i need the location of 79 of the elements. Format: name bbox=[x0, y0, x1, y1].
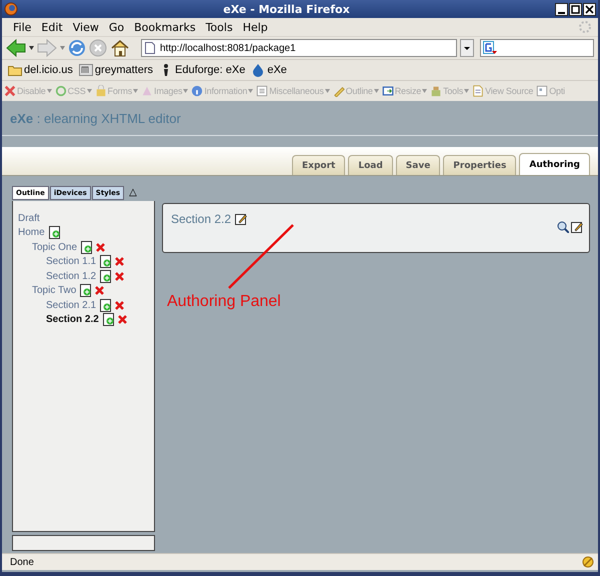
bookmark-link[interactable]: eXe bbox=[251, 63, 287, 77]
edit-icon[interactable] bbox=[235, 213, 248, 225]
menu-item[interactable]: Tools bbox=[200, 20, 238, 34]
caret-icon bbox=[374, 89, 379, 93]
add-page-icon[interactable] bbox=[48, 226, 60, 240]
delete-icon[interactable] bbox=[115, 300, 124, 310]
tab[interactable]: Export bbox=[292, 155, 346, 175]
add-page-icon[interactable] bbox=[100, 255, 112, 268]
tree-item[interactable]: Section 1.2 bbox=[46, 270, 96, 282]
section-title: Section 2.2 bbox=[171, 212, 232, 226]
info-icon bbox=[191, 85, 204, 97]
pencil-icon bbox=[332, 85, 345, 97]
drop-icon bbox=[251, 63, 266, 77]
delete-icon[interactable] bbox=[96, 242, 106, 252]
delete-icon[interactable] bbox=[95, 286, 104, 296]
add-page-icon[interactable] bbox=[81, 240, 92, 254]
status-text: Done bbox=[10, 556, 34, 568]
tab[interactable]: Load bbox=[348, 155, 393, 175]
edit-icon[interactable] bbox=[571, 221, 583, 233]
search-engine-icon bbox=[483, 41, 497, 55]
maximize-icon[interactable] bbox=[569, 2, 582, 16]
add-page-icon[interactable] bbox=[100, 298, 112, 312]
caret-icon bbox=[133, 89, 138, 93]
menu-item[interactable]: View bbox=[68, 20, 104, 34]
tab[interactable]: Properties bbox=[443, 155, 516, 175]
tree-item[interactable]: Home bbox=[18, 227, 45, 238]
window-title: eXe - Mozilla Firefox bbox=[222, 2, 351, 16]
lock-icon bbox=[94, 85, 107, 97]
bookmark-link[interactable]: del.icio.us bbox=[8, 63, 73, 77]
address-field[interactable]: http://localhost:8081/package1 bbox=[141, 39, 457, 57]
tree-item[interactable]: Section 2.2 bbox=[46, 314, 99, 326]
close-icon[interactable] bbox=[583, 2, 596, 16]
add-page-icon[interactable] bbox=[102, 313, 114, 326]
caret-icon bbox=[86, 89, 92, 93]
add-page-icon[interactable] bbox=[80, 284, 92, 298]
caret-icon[interactable] bbox=[29, 46, 34, 50]
home-icon[interactable] bbox=[110, 39, 130, 57]
tree-item[interactable]: Section 2.1 bbox=[46, 300, 96, 311]
caret-icon bbox=[422, 89, 428, 93]
dropdown-icon[interactable] bbox=[460, 39, 474, 57]
annotation-label: Authoring Panel bbox=[167, 293, 281, 311]
tree-item[interactable]: Topic One bbox=[32, 242, 78, 253]
firefox-icon bbox=[4, 2, 18, 16]
list-icon bbox=[256, 85, 268, 97]
tree-item[interactable]: Section 1.1 bbox=[46, 256, 96, 268]
bookmark-link[interactable]: greymatters bbox=[78, 63, 153, 77]
delete-icon[interactable] bbox=[115, 257, 124, 266]
menu-item[interactable]: File bbox=[8, 20, 36, 34]
throbber-icon bbox=[578, 20, 592, 34]
tree-item[interactable]: Draft bbox=[18, 212, 40, 224]
caret-icon bbox=[46, 89, 52, 93]
delete-icon[interactable] bbox=[118, 315, 127, 324]
tree-item[interactable]: Topic Two bbox=[32, 285, 76, 296]
menu-item[interactable]: Bookmarks bbox=[129, 20, 201, 34]
menu-item[interactable]: Edit bbox=[36, 20, 68, 34]
caret-icon bbox=[464, 89, 470, 93]
caret-icon bbox=[248, 89, 254, 93]
annotation-line bbox=[227, 224, 295, 290]
menu-item[interactable]: Go bbox=[104, 20, 130, 34]
preview-icon[interactable] bbox=[557, 221, 569, 233]
minimize-icon[interactable] bbox=[555, 2, 568, 16]
caret-icon bbox=[324, 89, 330, 93]
collapse-toggle[interactable]: △ bbox=[129, 187, 137, 198]
document-icon bbox=[472, 85, 484, 97]
triangle-icon bbox=[141, 85, 154, 97]
reload-icon[interactable] bbox=[68, 39, 86, 57]
search-field[interactable] bbox=[480, 39, 594, 57]
cross-icon bbox=[4, 85, 16, 97]
caret-icon bbox=[183, 89, 188, 93]
menu-item[interactable]: Help bbox=[238, 20, 273, 34]
back-arrow-icon[interactable] bbox=[6, 39, 26, 57]
app-title: eXe : elearning XHTML editor bbox=[10, 110, 181, 126]
delete-icon[interactable] bbox=[115, 272, 124, 281]
folder-icon bbox=[8, 63, 22, 77]
add-page-icon[interactable] bbox=[100, 270, 112, 283]
tab[interactable]: Save bbox=[396, 155, 440, 175]
bookmark-link[interactable]: Eduforge: eXe bbox=[159, 63, 246, 77]
security-icon bbox=[581, 555, 595, 569]
tab[interactable]: Authoring bbox=[519, 153, 590, 175]
